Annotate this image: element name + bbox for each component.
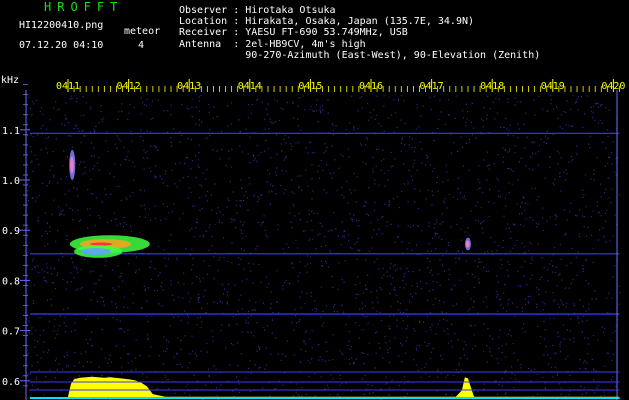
spectrogram-chart: 1.11.00.90.80.70.60411 0412 0413 0414 0415 04… — [1, 75, 625, 400]
y-axis-label: kHz — [1, 75, 19, 86]
power-profile — [30, 371, 620, 399]
meteor-echo — [69, 156, 74, 174]
y-tick-label: 0.7 — [2, 327, 20, 338]
meteor-echo — [465, 240, 470, 248]
power-profile-area — [68, 376, 620, 398]
meteor-echo — [89, 242, 113, 246]
y-tick-label: 0.8 — [2, 276, 20, 287]
y-tick-label: 0.6 — [2, 377, 20, 388]
y-tick-label: 1.1 — [2, 126, 20, 137]
y-tick-label: 1.0 — [2, 176, 20, 187]
y-tick-label: 0.9 — [2, 226, 20, 237]
meteor-echo — [80, 248, 112, 256]
